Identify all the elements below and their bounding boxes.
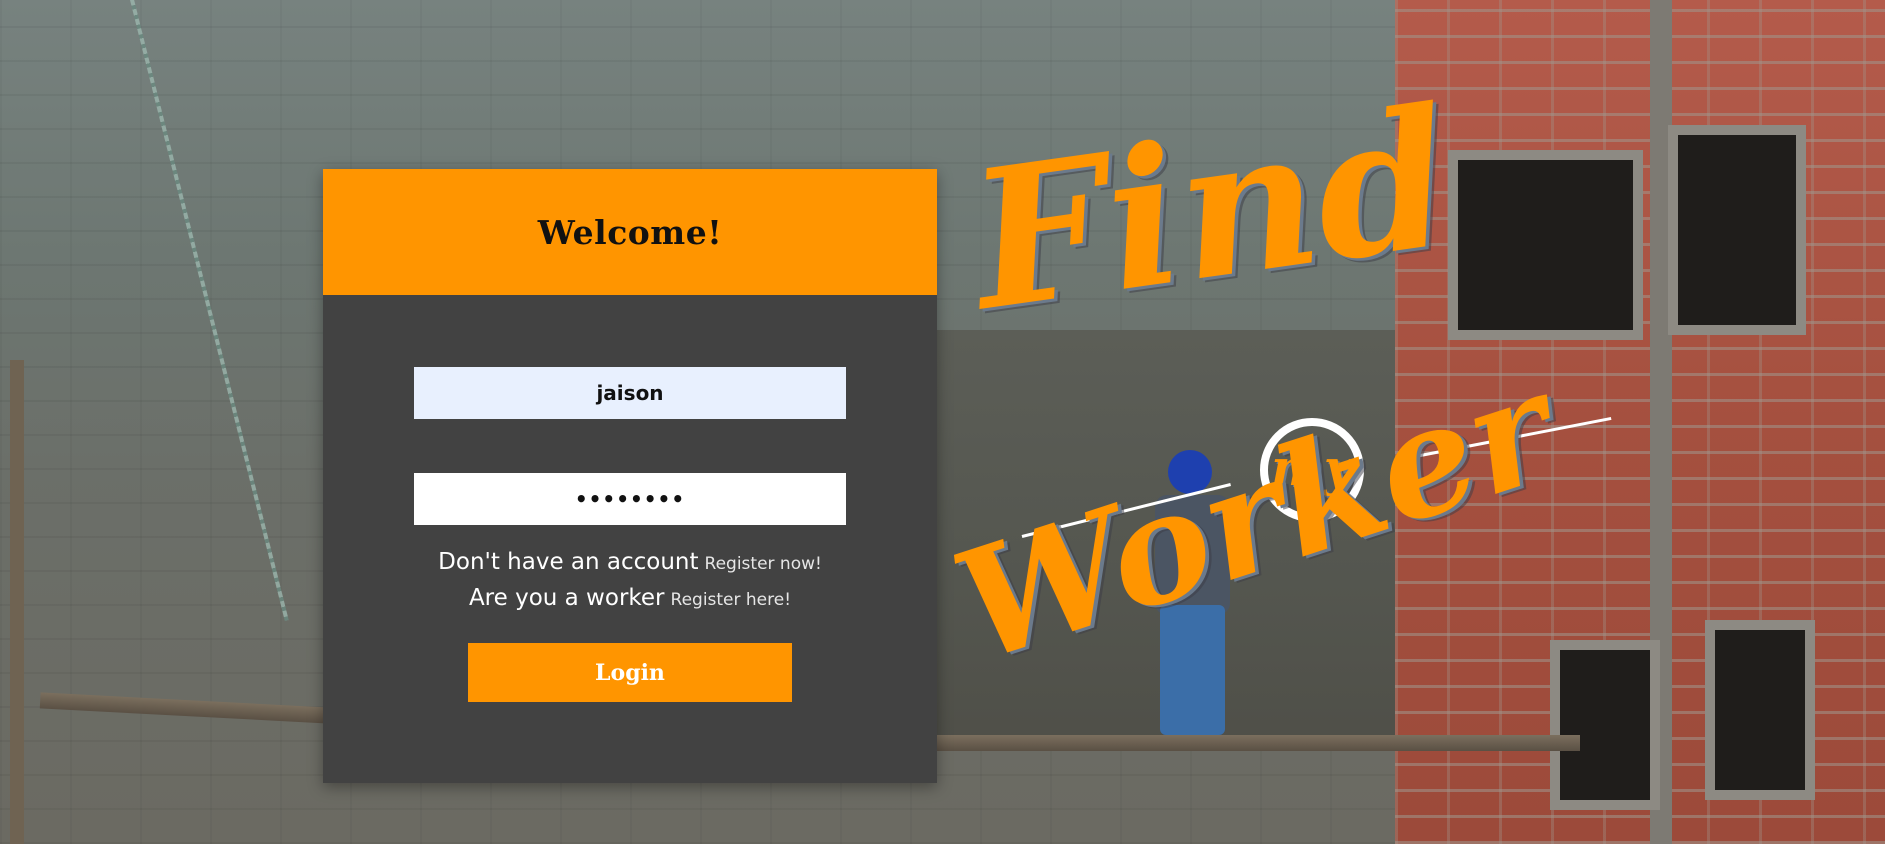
worker-question-text: Are you a worker (468, 585, 665, 611)
logo-worker-text: Worker (935, 338, 1574, 696)
login-button[interactable]: Login (468, 643, 792, 702)
building-window (1668, 125, 1806, 335)
login-card: Welcome! Don't have an account Register n… (323, 169, 937, 783)
login-header: Welcome! (323, 169, 937, 295)
register-now-link[interactable]: Register now! (705, 554, 822, 574)
register-here-link[interactable]: Register here! (671, 590, 792, 610)
password-input[interactable] (414, 473, 846, 525)
scaffold-pole (10, 360, 24, 844)
register-user-row: Don't have an account Register now! (323, 545, 937, 581)
welcome-title: Welcome! (537, 212, 723, 252)
register-links: Don't have an account Register now! Are y… (323, 545, 937, 617)
find-my-worker-logo: Find my Worker (936, 66, 1612, 760)
register-worker-row: Are you a worker Register here! (323, 581, 937, 617)
building-window (1705, 620, 1815, 800)
no-account-text: Don't have an account (438, 549, 699, 575)
username-input[interactable] (414, 367, 846, 419)
